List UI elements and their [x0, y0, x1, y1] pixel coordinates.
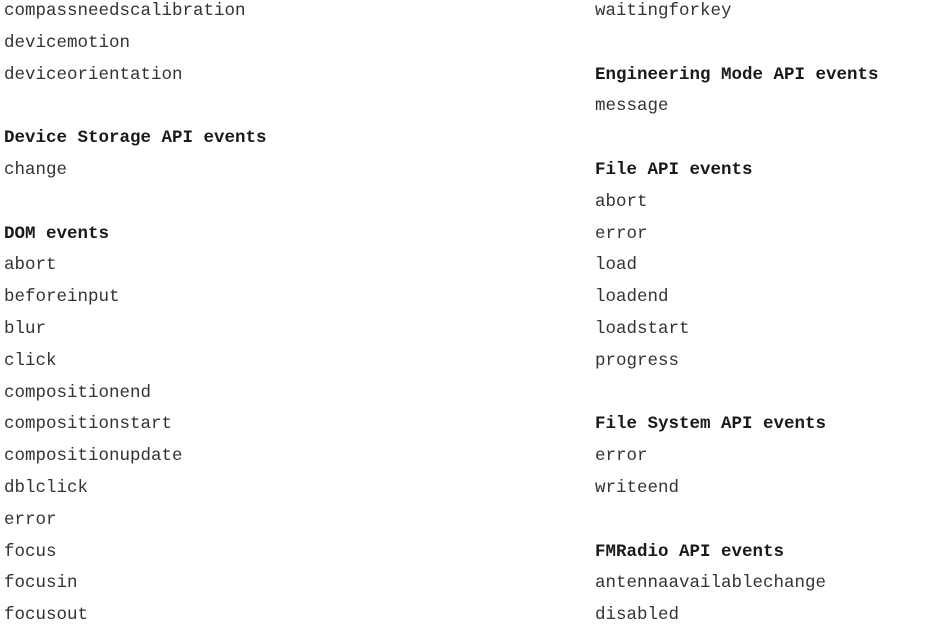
event-section: File API events abort error load loadend…	[595, 159, 938, 382]
section-heading: Engineering Mode API events	[595, 64, 879, 85]
event-name: error	[595, 446, 648, 467]
event-section: File System API events error writeend	[595, 413, 938, 508]
event-name: error	[595, 223, 648, 244]
event-section: Device Storage API events change	[4, 127, 564, 191]
event-section: compassneedscalibration devicemotion dev…	[4, 0, 564, 95]
event-name: compositionstart	[4, 414, 173, 435]
event-name: focusin	[4, 573, 78, 594]
event-section: Engineering Mode API events message	[595, 64, 938, 128]
event-name: focusout	[4, 605, 89, 626]
event-name: blur	[4, 318, 47, 339]
section-heading: DOM events	[4, 223, 110, 244]
event-name: abort	[595, 191, 648, 212]
event-name: message	[595, 96, 669, 117]
event-section: DOM events abort beforeinput blur click …	[4, 223, 564, 636]
event-name: writeend	[595, 477, 680, 498]
event-name: abort	[4, 255, 57, 276]
event-name: compositionend	[4, 382, 152, 403]
event-name: loadend	[595, 287, 669, 308]
event-name: load	[595, 255, 638, 276]
event-name: compositionupdate	[4, 446, 183, 467]
event-name: dblclick	[4, 477, 89, 498]
event-name: beforeinput	[4, 287, 120, 308]
section-heading: FMRadio API events	[595, 541, 785, 562]
event-name: compassneedscalibration	[4, 1, 246, 21]
event-name: error	[4, 509, 57, 530]
event-name: change	[4, 159, 68, 180]
event-name: progress	[595, 350, 680, 371]
left-event-column: compassneedscalibration devicemotion dev…	[4, 0, 564, 636]
section-heading: File System API events	[595, 414, 827, 435]
event-name: waitingforkey	[595, 1, 732, 21]
right-event-column: waitingforkey Engineering Mode API event…	[595, 0, 938, 636]
event-name: focus	[4, 541, 57, 562]
event-name: devicemotion	[4, 32, 131, 53]
event-name: disabled	[595, 605, 680, 626]
event-name: deviceorientation	[4, 64, 183, 85]
event-section: waitingforkey	[595, 0, 938, 32]
event-name: loadstart	[595, 318, 690, 339]
event-name: antennaavailablechange	[595, 573, 827, 594]
event-name: click	[4, 350, 57, 371]
section-heading: File API events	[595, 159, 753, 180]
section-heading: Device Storage API events	[4, 128, 267, 149]
